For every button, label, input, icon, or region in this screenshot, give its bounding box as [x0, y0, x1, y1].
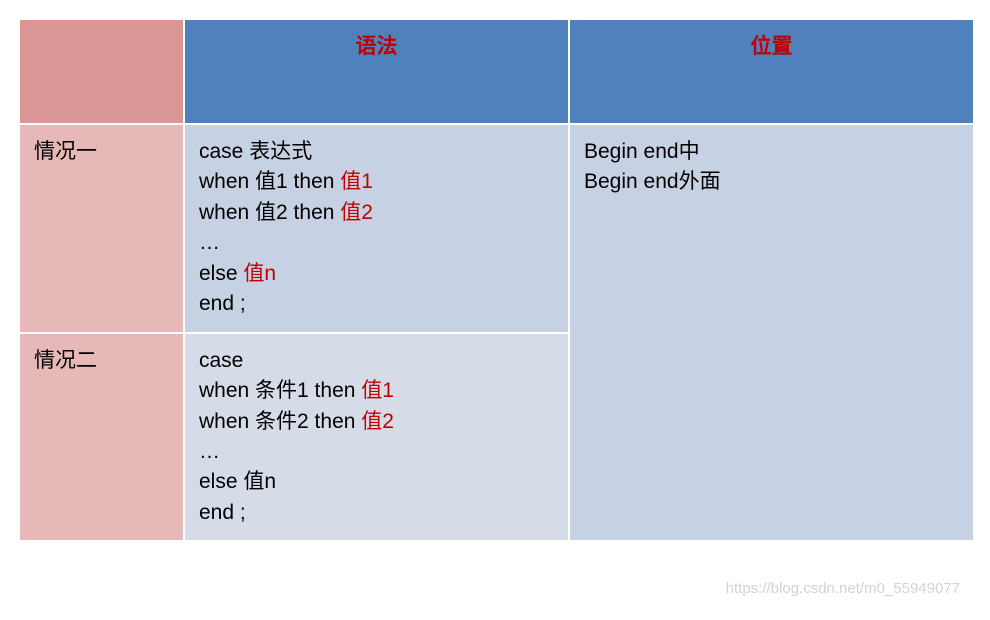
header-blank-cell: [19, 19, 184, 124]
position-cell: Begin end中 Begin end外面: [569, 124, 974, 541]
c2-line3a: when 条件2 then: [199, 410, 361, 433]
syntax-cell-case1: case 表达式 when 值1 then 值1 when 值2 then 值2…: [184, 124, 569, 333]
row-label-case2: 情况二: [19, 333, 184, 542]
c1-line2a: when 值1 then: [199, 170, 340, 193]
syntax-cell-case2: case when 条件1 then 值1 when 条件2 then 值2 ……: [184, 333, 569, 542]
position-line2: Begin end外面: [584, 170, 721, 193]
c2-line3b: 值2: [361, 410, 394, 433]
c2-line5: else 值n: [199, 470, 276, 493]
header-syntax: 语法: [184, 19, 569, 124]
row-label-case1: 情况一: [19, 124, 184, 333]
c1-line5b: 值n: [243, 262, 276, 285]
c2-line6: end ;: [199, 501, 246, 524]
c2-line2b: 值1: [361, 379, 394, 402]
c1-line6: end ;: [199, 292, 246, 315]
c1-line1: case 表达式: [199, 140, 312, 163]
c1-line3a: when 值2 then: [199, 201, 340, 224]
c2-line4: …: [199, 440, 220, 463]
c1-line3b: 值2: [340, 201, 373, 224]
position-line1: Begin end中: [584, 140, 700, 163]
c1-line2b: 值1: [340, 170, 373, 193]
c1-line5a: else: [199, 262, 243, 285]
case-syntax-table: 语法 位置 情况一 case 表达式 when 值1 then 值1 when …: [18, 18, 975, 542]
c2-line1: case: [199, 349, 243, 372]
watermark-text: https://blog.csdn.net/m0_55949077: [726, 580, 960, 597]
c1-line4: …: [199, 231, 220, 254]
c2-line2a: when 条件1 then: [199, 379, 361, 402]
header-position: 位置: [569, 19, 974, 124]
